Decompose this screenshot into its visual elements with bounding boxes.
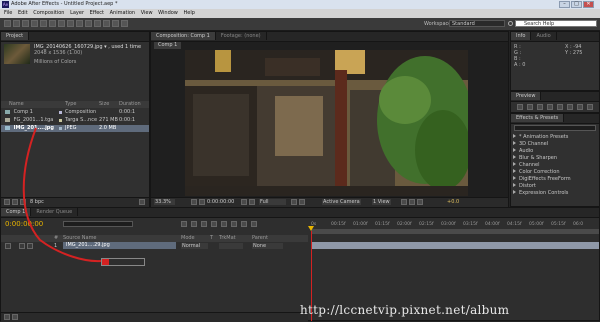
drag-annotation-arrow <box>22 127 102 263</box>
watermark-text: http://lccnetvip.pixnet.net/album <box>300 303 510 317</box>
